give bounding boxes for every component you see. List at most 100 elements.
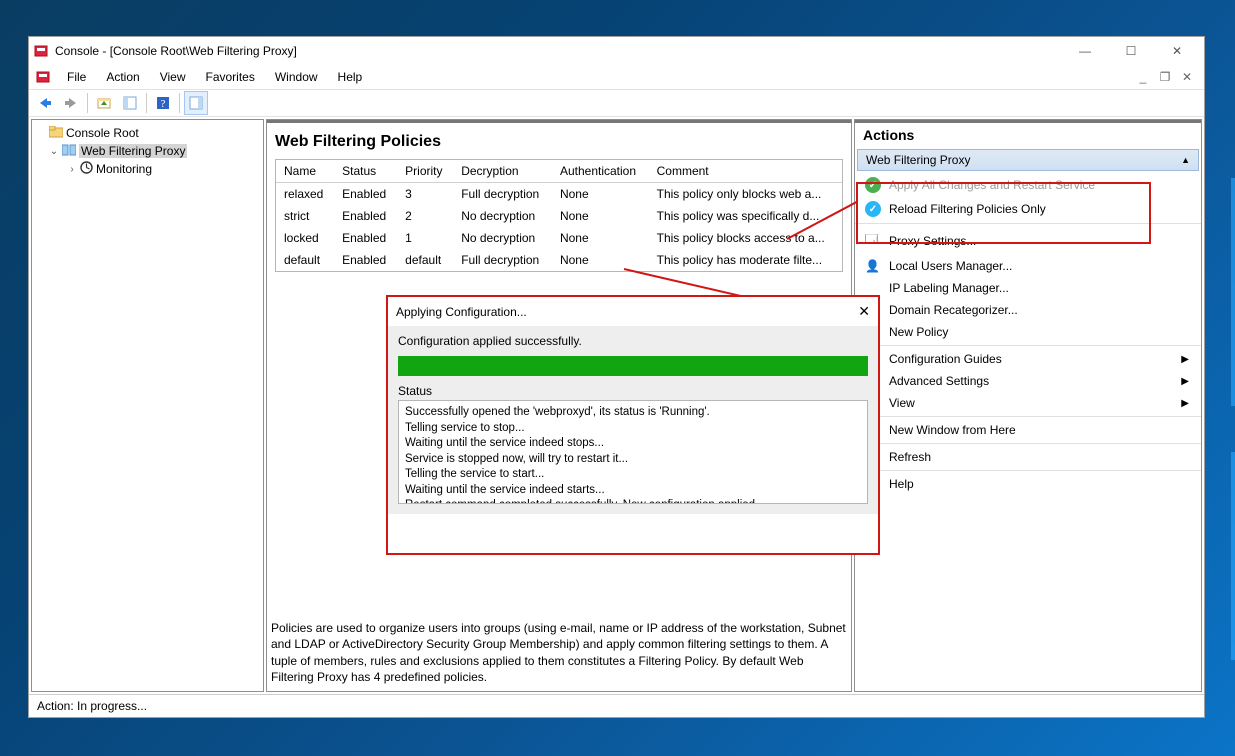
menu-file[interactable]: File <box>57 68 96 86</box>
action-label: Domain Recategorizer... <box>889 303 1018 317</box>
menu-window[interactable]: Window <box>265 68 328 86</box>
mdi-close[interactable]: ✕ <box>1180 70 1194 84</box>
col-comment[interactable]: Comment <box>649 160 842 183</box>
tree-pane[interactable]: Console Root ⌄ Web Filtering Proxy › Mon… <box>31 119 264 692</box>
tree-label: Console Root <box>66 126 139 140</box>
dialog-title: Applying Configuration... <box>396 305 527 319</box>
col-auth[interactable]: Authentication <box>552 160 649 183</box>
dialog-close-button[interactable]: ✕ <box>858 303 870 320</box>
table-cell: None <box>552 183 649 206</box>
table-row[interactable]: strictEnabled2No decryptionNoneThis poli… <box>276 205 842 227</box>
action-label: Proxy Settings... <box>889 234 976 248</box>
toolbar-separator <box>146 93 147 113</box>
menu-view[interactable]: View <box>150 68 196 86</box>
table-header-row: Name Status Priority Decryption Authenti… <box>276 160 842 183</box>
show-actions-button[interactable] <box>184 91 208 115</box>
dialog-titlebar: Applying Configuration... ✕ <box>388 297 878 326</box>
table-cell: 2 <box>397 205 453 227</box>
table-cell: This policy has moderate filte... <box>649 249 842 271</box>
up-button[interactable] <box>92 91 116 115</box>
action-label: View <box>889 396 915 410</box>
tree-root[interactable]: Console Root <box>36 124 259 142</box>
action-local-users-manager[interactable]: 👤Local Users Manager... <box>855 255 1201 277</box>
action-label: Help <box>889 477 914 491</box>
window-controls: ― ☐ ✕ <box>1062 37 1200 65</box>
action-reload-filtering-policies-only[interactable]: ✓Reload Filtering Policies Only <box>855 197 1201 221</box>
table-cell: Enabled <box>334 249 397 271</box>
menu-favorites[interactable]: Favorites <box>196 68 265 86</box>
action-label: Reload Filtering Policies Only <box>889 202 1046 216</box>
actions-subtitle-label: Web Filtering Proxy <box>866 153 970 167</box>
table-cell: Full decryption <box>453 183 552 206</box>
table-cell: Enabled <box>334 227 397 249</box>
tree-node-proxy[interactable]: ⌄ Web Filtering Proxy <box>36 142 259 160</box>
action-help[interactable]: Help <box>855 470 1201 495</box>
action-new-policy[interactable]: New Policy <box>855 321 1201 343</box>
expander-icon[interactable]: ⌄ <box>49 146 59 157</box>
table-cell: default <box>276 249 334 271</box>
table-cell: This policy only blocks web a... <box>649 183 842 206</box>
tree-node-monitoring[interactable]: › Monitoring <box>36 160 259 178</box>
table-cell: relaxed <box>276 183 334 206</box>
col-name[interactable]: Name <box>276 160 334 183</box>
table-cell: None <box>552 205 649 227</box>
collapse-icon: ▲ <box>1181 155 1190 165</box>
status-log[interactable]: Successfully opened the 'webproxyd', its… <box>398 400 868 504</box>
action-refresh[interactable]: Refresh <box>855 443 1201 468</box>
tree-label: Monitoring <box>96 162 152 176</box>
status-prefix: Action: <box>37 699 74 713</box>
page-title: Web Filtering Policies <box>275 133 843 151</box>
toolbar-separator <box>179 93 180 113</box>
action-label: IP Labeling Manager... <box>889 281 1009 295</box>
table-row[interactable]: lockedEnabled1No decryptionNoneThis poli… <box>276 227 842 249</box>
action-configuration-guides[interactable]: Configuration Guides▶ <box>855 345 1201 370</box>
col-priority[interactable]: Priority <box>397 160 453 183</box>
table-cell: No decryption <box>453 227 552 249</box>
chevron-right-icon: ▶ <box>1181 354 1189 365</box>
col-status[interactable]: Status <box>334 160 397 183</box>
action-advanced-settings[interactable]: Advanced Settings▶ <box>855 370 1201 392</box>
folder-icon <box>49 126 63 141</box>
action-view[interactable]: View ▶ <box>855 392 1201 414</box>
svg-text:?: ? <box>161 98 166 110</box>
forward-button[interactable] <box>59 91 83 115</box>
table-cell: None <box>552 227 649 249</box>
table-cell: Enabled <box>334 183 397 206</box>
status-label: Status <box>398 384 868 398</box>
table-cell: default <box>397 249 453 271</box>
action-label: Local Users Manager... <box>889 259 1012 273</box>
close-button[interactable]: ✕ <box>1154 37 1200 65</box>
help-button[interactable]: ? <box>151 91 175 115</box>
table-row[interactable]: defaultEnableddefaultFull decryptionNone… <box>276 249 842 271</box>
policy-grid[interactable]: Name Status Priority Decryption Authenti… <box>275 159 843 272</box>
col-decryption[interactable]: Decryption <box>453 160 552 183</box>
table-cell: This policy blocks access to a... <box>649 227 842 249</box>
actions-subtitle[interactable]: Web Filtering Proxy ▲ <box>857 149 1199 171</box>
action-ip-labeling-manager[interactable]: IP Labeling Manager... <box>855 277 1201 299</box>
action-label: New Policy <box>889 325 948 339</box>
mdi-restore[interactable]: ❐ <box>1158 70 1172 84</box>
back-button[interactable] <box>33 91 57 115</box>
table-cell: 1 <box>397 227 453 249</box>
minimize-button[interactable]: ― <box>1062 37 1108 65</box>
chevron-right-icon: ▶ <box>1181 398 1189 409</box>
show-hide-tree-button[interactable] <box>118 91 142 115</box>
mdi-controls: _ ❐ ✕ <box>1136 70 1198 84</box>
proxy-icon <box>62 144 76 159</box>
tree-label: Web Filtering Proxy <box>79 144 187 158</box>
action-label: Apply All Changes and Restart Service <box>889 178 1095 192</box>
action-apply-all-changes-and-restart-service[interactable]: ✓Apply All Changes and Restart Service <box>855 173 1201 197</box>
table-cell: No decryption <box>453 205 552 227</box>
menu-help[interactable]: Help <box>328 68 373 86</box>
actions-pane: Actions Web Filtering Proxy ▲ ✓Apply All… <box>854 119 1202 692</box>
mmc-window: Console - [Console Root\Web Filtering Pr… <box>28 36 1205 718</box>
expander-icon[interactable]: › <box>67 164 77 175</box>
table-row[interactable]: relaxedEnabled3Full decryptionNoneThis p… <box>276 183 842 206</box>
mdi-minimize[interactable]: _ <box>1136 70 1150 84</box>
action-domain-recategorizer[interactable]: Domain Recategorizer... <box>855 299 1201 321</box>
action-new-window-from-here[interactable]: New Window from Here <box>855 416 1201 441</box>
maximize-button[interactable]: ☐ <box>1108 37 1154 65</box>
action-proxy-settings[interactable]: 🗔Proxy Settings... <box>855 223 1201 255</box>
progress-bar <box>398 356 868 376</box>
menu-action[interactable]: Action <box>96 68 149 86</box>
